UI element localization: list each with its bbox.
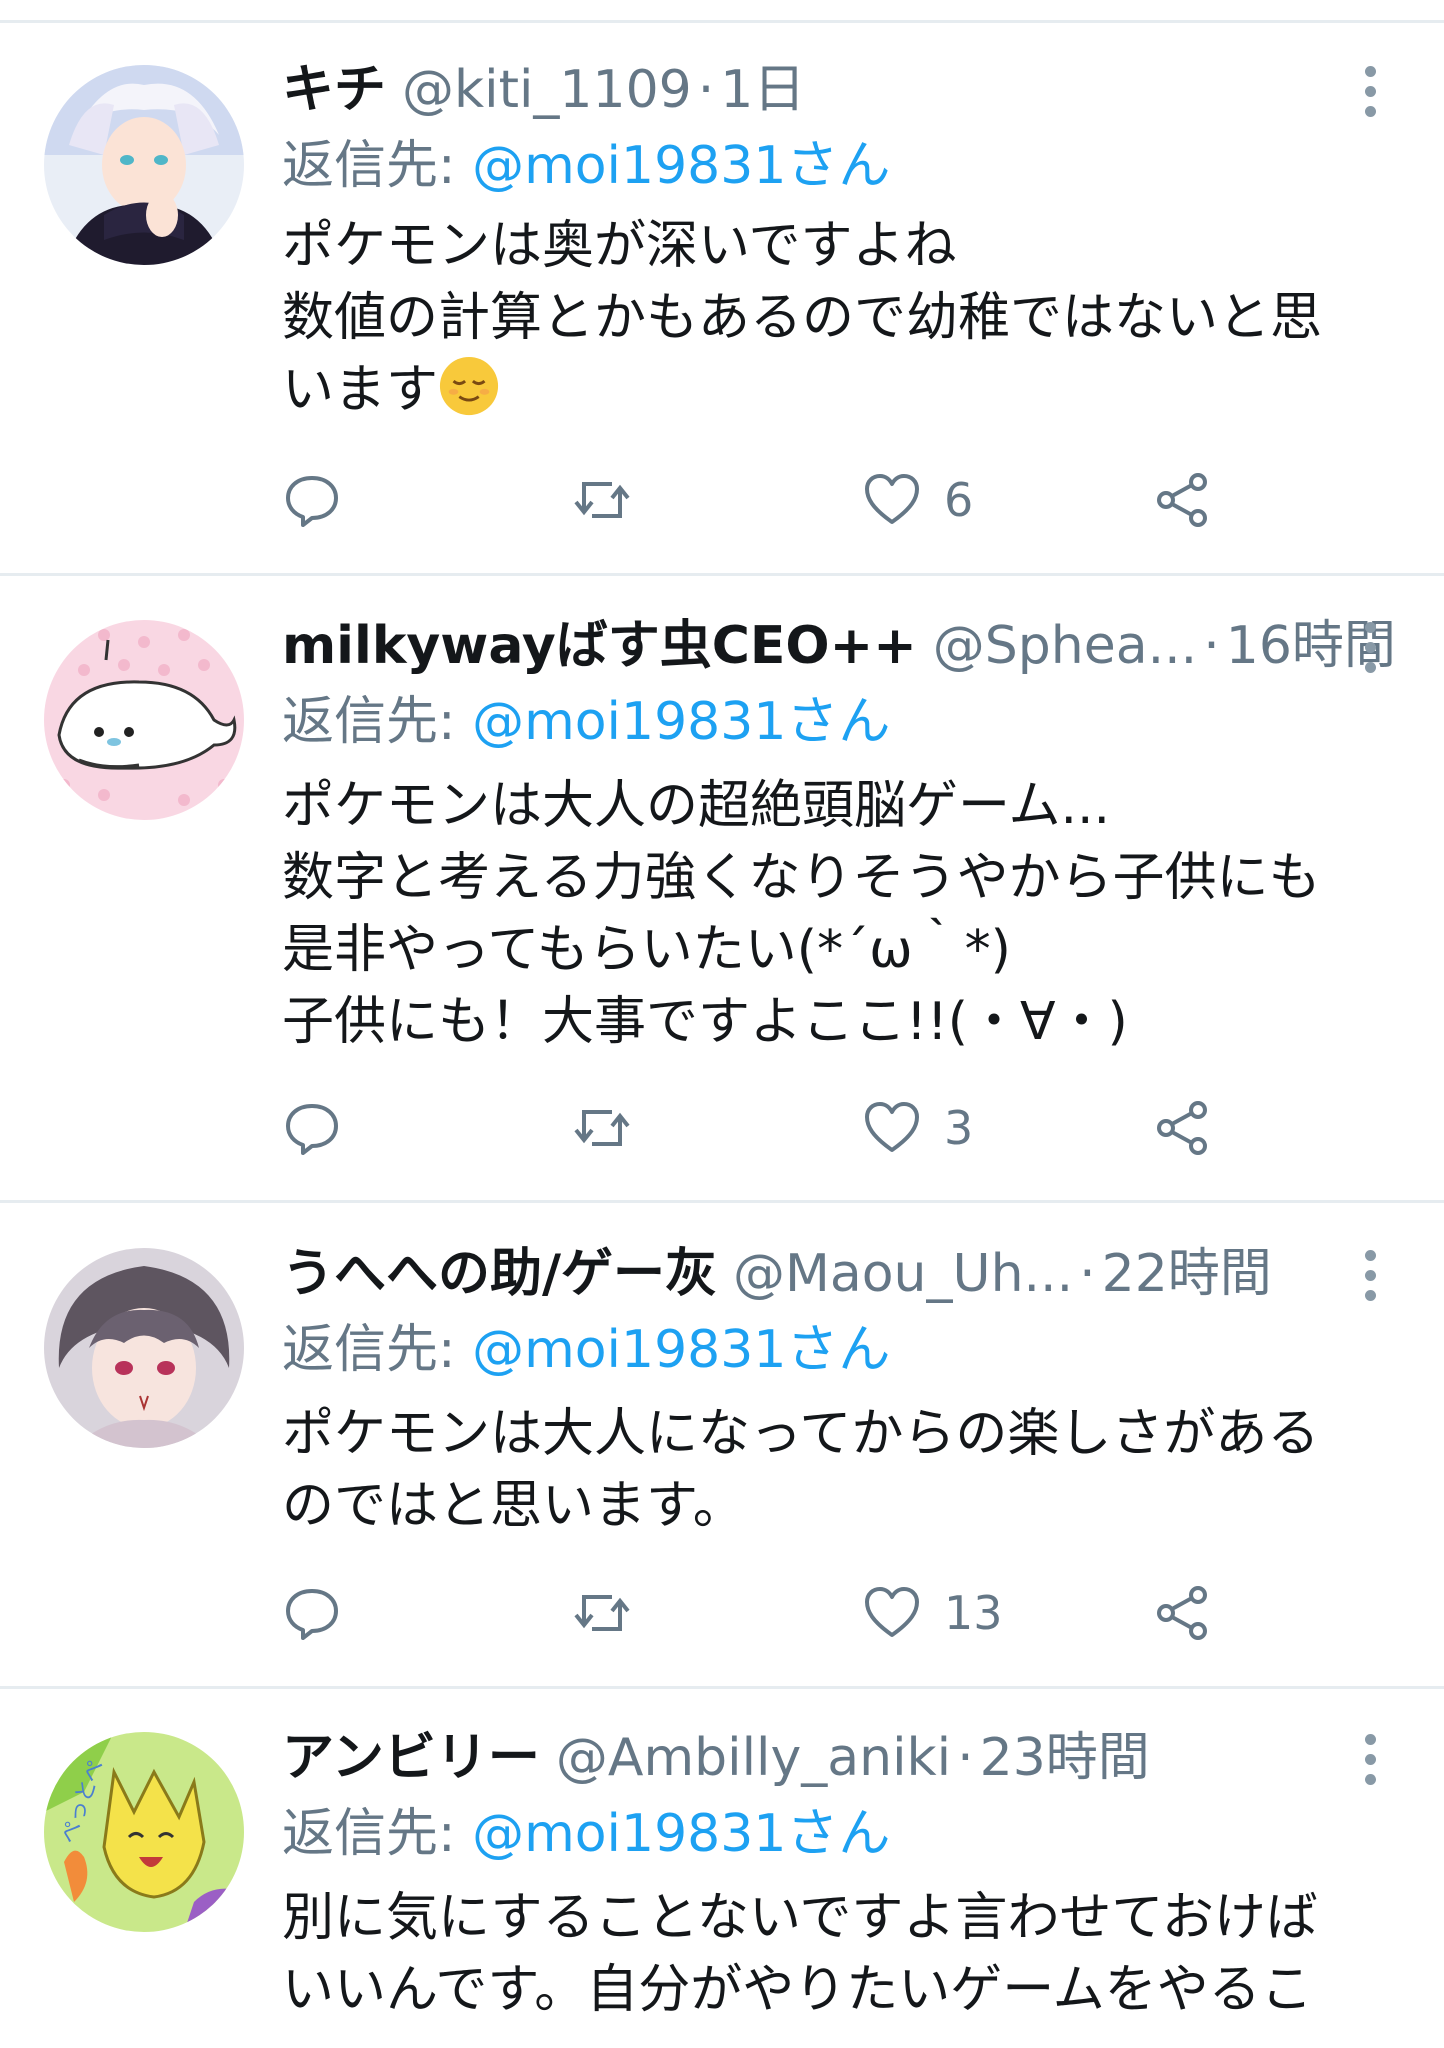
share-button[interactable] bbox=[1152, 465, 1212, 535]
like-count: 3 bbox=[944, 1101, 974, 1155]
reply-button[interactable] bbox=[282, 1578, 342, 1648]
tweet-body: ポケモンは大人になってからの楽しさがある のではと思います。 bbox=[282, 1398, 1402, 1542]
reply-to-label: 返信先: bbox=[282, 1320, 456, 1380]
tweet-header: アンビリー @Ambilly_aniki · 23時間 bbox=[282, 1726, 1150, 1790]
more-options-icon[interactable] bbox=[1350, 1730, 1390, 1790]
retweet-icon bbox=[574, 482, 630, 518]
separator-dot: · bbox=[957, 1728, 974, 1788]
separator-dot: · bbox=[1079, 1244, 1096, 1304]
heart-icon bbox=[865, 1102, 919, 1152]
reply-to-line: 返信先: @moi19831さん bbox=[282, 1802, 890, 1866]
retweet-icon bbox=[574, 1595, 630, 1631]
avatar[interactable] bbox=[44, 1248, 244, 1448]
display-name[interactable]: milkywayばす虫CEO++ bbox=[282, 616, 917, 676]
tweet-divider bbox=[0, 1686, 1444, 1689]
display-name[interactable]: うへへの助/ゲー灰 bbox=[282, 1244, 717, 1304]
yellow-cartoon-cat-avatar: ぺっとぺ bbox=[44, 1732, 244, 1932]
reply-button[interactable] bbox=[282, 1093, 342, 1163]
like-count: 6 bbox=[944, 473, 974, 527]
tweet-body-line: 数字と考える力強くなりそうやから子供にも bbox=[282, 848, 1321, 908]
tweet-body-line: ポケモンは奥が深いですよね bbox=[282, 216, 957, 276]
display-name[interactable]: アンビリー bbox=[282, 1728, 540, 1788]
retweet-icon bbox=[574, 1110, 630, 1146]
tweet-body: 別に気にすることないですよ言わせておけば いいんです。自分がやりたいゲームをやるこ bbox=[282, 1882, 1402, 2026]
tweet-divider bbox=[0, 573, 1444, 576]
tweet-divider bbox=[0, 1200, 1444, 1203]
heart-icon bbox=[865, 474, 919, 524]
tweet-actions: 6 bbox=[282, 465, 1282, 535]
timestamp[interactable]: 23時間 bbox=[980, 1728, 1150, 1788]
share-button[interactable] bbox=[1152, 1578, 1212, 1648]
tweet-body-line: 別に気にすることないですよ言わせておけば bbox=[282, 1888, 1318, 1948]
white-haired-anime-character-avatar bbox=[44, 65, 244, 265]
avatar[interactable] bbox=[44, 620, 244, 820]
reply-to-label: 返信先: bbox=[282, 1804, 456, 1864]
reply-button[interactable] bbox=[282, 465, 342, 535]
timestamp[interactable]: 22時間 bbox=[1102, 1244, 1272, 1304]
share-button[interactable] bbox=[1152, 1093, 1212, 1163]
like-button[interactable]: 13 bbox=[862, 1578, 1003, 1648]
reply-to-label: 返信先: bbox=[282, 692, 456, 752]
tweet-header: キチ @kiti_1109 · 1日 bbox=[282, 58, 805, 122]
tweet-body-line: います bbox=[282, 360, 439, 420]
gray-haired-anime-character-avatar bbox=[44, 1248, 244, 1448]
display-name[interactable]: キチ bbox=[282, 60, 386, 120]
separator-dot: · bbox=[1203, 616, 1220, 676]
reply-mention-link[interactable]: @moi19831さん bbox=[472, 692, 890, 752]
share-icon bbox=[1157, 473, 1207, 527]
user-handle[interactable]: @Sphea... bbox=[933, 616, 1197, 676]
user-handle[interactable]: @Maou_Uh... bbox=[733, 1244, 1073, 1304]
reply-icon bbox=[286, 1104, 338, 1155]
reply-mention-link[interactable]: @moi19831さん bbox=[472, 1804, 890, 1864]
top-divider bbox=[0, 20, 1444, 23]
tweet-body-line: 数値の計算とかもあるので幼稚ではないと思 bbox=[282, 288, 1323, 348]
reply-to-line: 返信先: @moi19831さん bbox=[282, 690, 890, 754]
tweet-actions: 3 bbox=[282, 1093, 1282, 1163]
tweet-body: ポケモンは奥が深いですよね数値の計算とかもあるので幼稚ではないと思 います bbox=[282, 210, 1402, 426]
tweet-header: うへへの助/ゲー灰 @Maou_Uh... · 22時間 bbox=[282, 1242, 1272, 1306]
like-count: 13 bbox=[944, 1586, 1003, 1640]
reply-mention-link[interactable]: @moi19831さん bbox=[472, 1320, 890, 1380]
reply-to-line: 返信先: @moi19831さん bbox=[282, 1318, 890, 1382]
separator-dot: · bbox=[697, 60, 715, 120]
tweet-body-line: いいんです。自分がやりたいゲームをやるこ bbox=[282, 1960, 1313, 2020]
tweet-body: ポケモンは大人の超絶頭脳ゲーム... 数字と考える力強くなりそうやから子供にも 是非… bbox=[282, 770, 1402, 1058]
relieved-face-emoji bbox=[439, 356, 499, 416]
avatar[interactable]: ぺっとぺ bbox=[44, 1732, 244, 1932]
tweet-body-line: 是非やってもらいたい(*´ω｀*) bbox=[282, 920, 1011, 980]
reply-mention-link[interactable]: @moi19831さん bbox=[472, 136, 890, 196]
tweet-header: milkywayばす虫CEO++ @Sphea... · 16時間 bbox=[282, 614, 1396, 678]
like-button[interactable]: 6 bbox=[862, 465, 973, 535]
heart-icon bbox=[865, 1587, 919, 1637]
share-icon bbox=[1157, 1586, 1207, 1640]
like-button[interactable]: 3 bbox=[862, 1093, 973, 1163]
tweet-body-line: ポケモンは大人の超絶頭脳ゲーム... bbox=[282, 776, 1111, 836]
avatar[interactable] bbox=[44, 65, 244, 265]
user-handle[interactable]: @Ambilly_aniki bbox=[556, 1728, 951, 1788]
more-options-icon[interactable] bbox=[1350, 618, 1390, 678]
tweet-actions: 13 bbox=[282, 1578, 1282, 1648]
retweet-button[interactable] bbox=[572, 1093, 632, 1163]
more-options-icon[interactable] bbox=[1350, 62, 1390, 122]
tweet-body-line: のではと思います。 bbox=[282, 1476, 745, 1536]
white-seal-on-pink-dots-avatar bbox=[44, 620, 244, 820]
retweet-button[interactable] bbox=[572, 465, 632, 535]
reply-to-label: 返信先: bbox=[282, 136, 456, 196]
more-options-icon[interactable] bbox=[1350, 1246, 1390, 1306]
reply-icon bbox=[286, 476, 338, 527]
reply-to-line: 返信先: @moi19831さん bbox=[282, 134, 890, 198]
retweet-button[interactable] bbox=[572, 1578, 632, 1648]
timestamp[interactable]: 1日 bbox=[720, 60, 805, 120]
tweet-body-line: 子供にも！大事ですよここ!!(・∀・) bbox=[282, 992, 1128, 1052]
share-icon bbox=[1157, 1101, 1207, 1155]
reply-icon bbox=[286, 1589, 338, 1640]
user-handle[interactable]: @kiti_1109 bbox=[402, 60, 692, 120]
tweet-body-line: ポケモンは大人になってからの楽しさがある bbox=[282, 1404, 1320, 1464]
